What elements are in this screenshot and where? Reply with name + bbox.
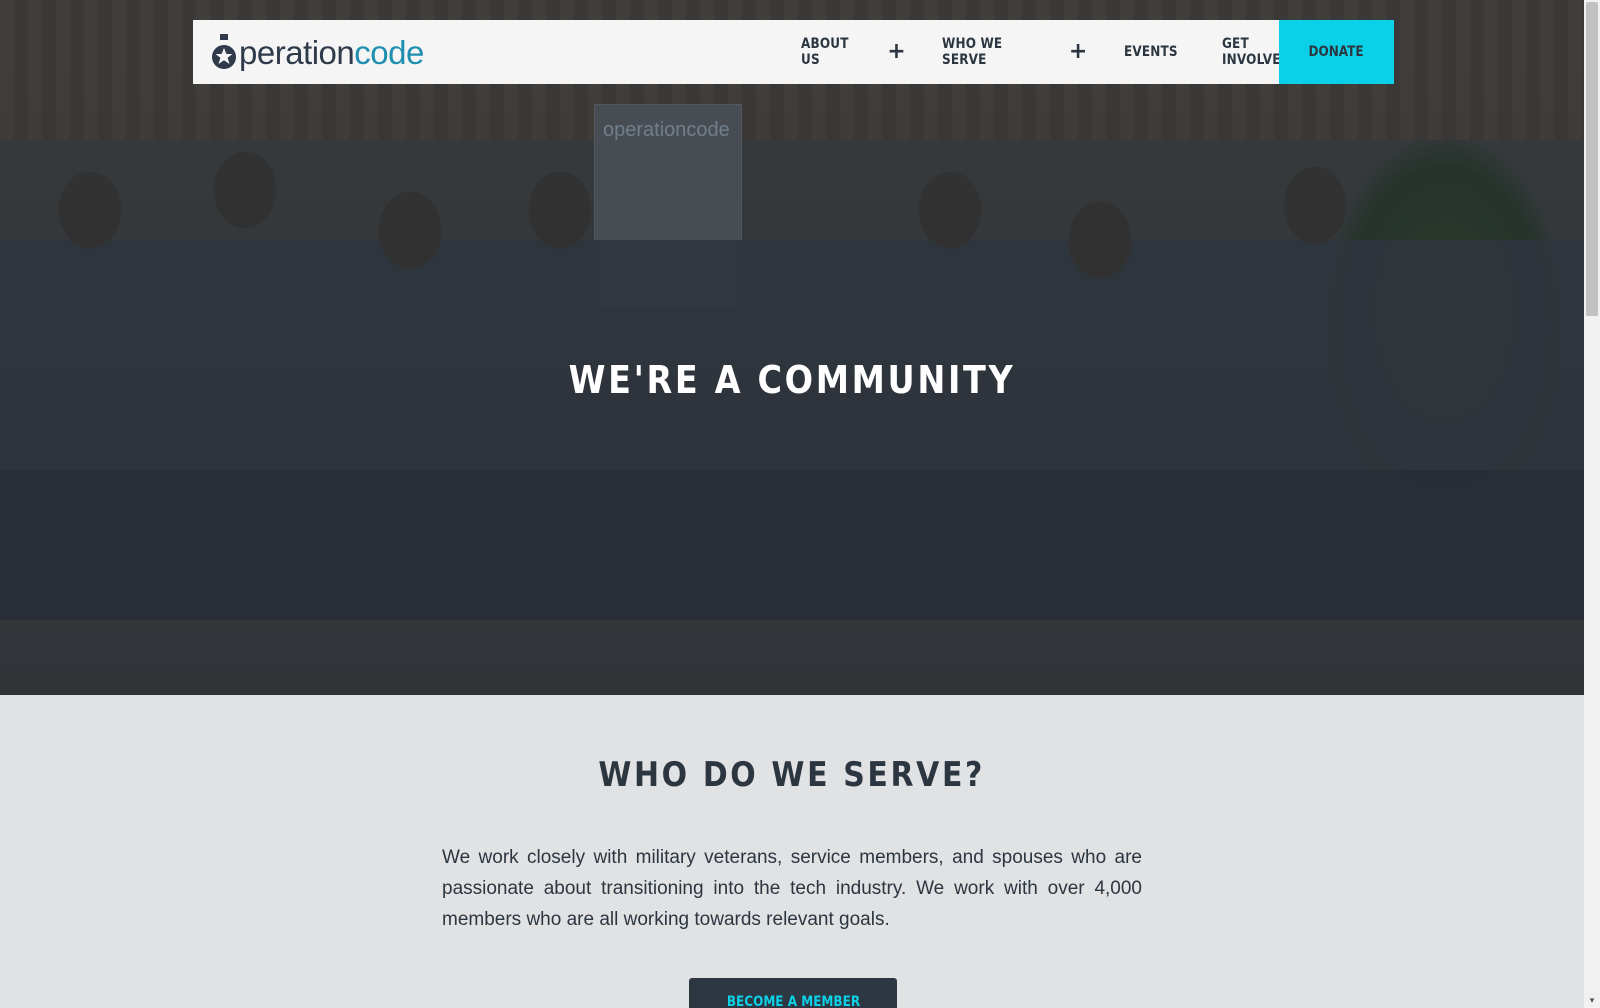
logo-text-code: code bbox=[354, 33, 424, 71]
nav-item-label: EVENTS bbox=[1123, 44, 1178, 60]
hero-overlay bbox=[0, 0, 1584, 695]
main-nav: perationcode ABOUT US + WHO WE SERVE + E… bbox=[193, 20, 1394, 84]
hero-section: operationcode WE'RE A COMMUNITY bbox=[0, 0, 1584, 695]
nav-item-events[interactable]: EVENTS bbox=[1124, 20, 1187, 84]
become-member-button-label: BECOME A MEMBER bbox=[726, 994, 860, 1008]
section-title-text: WHO DO WE SERVE? bbox=[598, 755, 986, 795]
donate-button[interactable]: DONATE bbox=[1279, 20, 1394, 84]
page-scrollbar[interactable]: ▾ bbox=[1584, 0, 1600, 1008]
plus-icon[interactable]: + bbox=[1069, 41, 1088, 63]
who-we-serve-section: WHO DO WE SERVE? We work closely with mi… bbox=[0, 695, 1584, 1008]
nav-item-about-us[interactable]: ABOUT US + bbox=[801, 20, 906, 84]
scroll-down-arrow-icon[interactable]: ▾ bbox=[1584, 994, 1600, 1008]
logo-link[interactable]: perationcode bbox=[211, 30, 424, 74]
nav-item-label: WHO WE SERVE bbox=[941, 36, 1003, 68]
page: operationcode WE'RE A COMMUNITY peration… bbox=[0, 0, 1584, 1008]
nav-item-label: ABOUT US bbox=[801, 36, 849, 68]
logo-text: perationcode bbox=[239, 36, 424, 69]
nav-item-who-we-serve[interactable]: WHO WE SERVE + bbox=[942, 20, 1088, 84]
plus-icon[interactable]: + bbox=[887, 41, 906, 63]
become-member-button[interactable]: BECOME A MEMBER bbox=[689, 978, 897, 1008]
section-title: WHO DO WE SERVE? bbox=[0, 755, 1584, 795]
scrollbar-thumb[interactable] bbox=[1586, 2, 1598, 316]
logo-text-operation: peration bbox=[239, 33, 355, 71]
logo-medal-icon bbox=[211, 33, 237, 71]
hero-title: WE'RE A COMMUNITY bbox=[568, 358, 1016, 402]
section-body: We work closely with military veterans, … bbox=[442, 847, 1142, 930]
donate-button-label: DONATE bbox=[1308, 44, 1365, 60]
